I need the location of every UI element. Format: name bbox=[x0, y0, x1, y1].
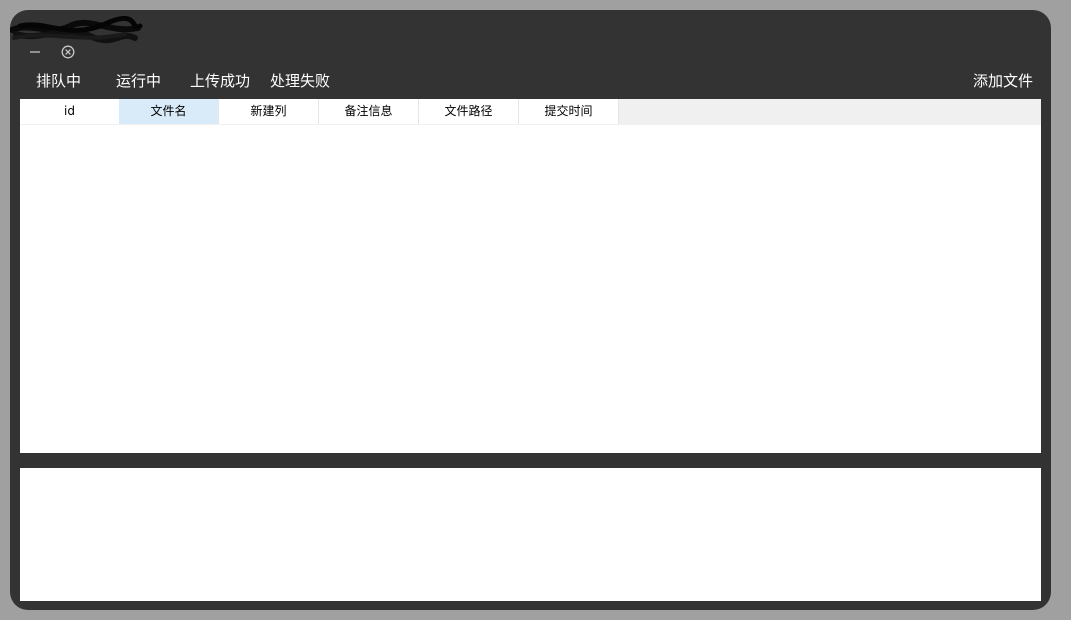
column-header-id[interactable]: id bbox=[20, 99, 119, 124]
app-window: 排队中 运行中 上传成功 处理失败 添加文件 id 文件名 新建列 备注信息 文… bbox=[10, 10, 1051, 610]
minimize-button[interactable] bbox=[26, 43, 44, 61]
add-file-button[interactable]: 添加文件 bbox=[973, 68, 1033, 94]
column-header-filename[interactable]: 文件名 bbox=[119, 99, 219, 124]
table-header: id 文件名 新建列 备注信息 文件路径 提交时间 bbox=[20, 99, 1041, 125]
column-header-file-path[interactable]: 文件路径 bbox=[419, 99, 519, 124]
circle-x-icon bbox=[61, 45, 75, 59]
table-body[interactable] bbox=[20, 125, 1041, 453]
tab-upload-success[interactable]: 上传成功 bbox=[190, 68, 250, 94]
file-table[interactable]: id 文件名 新建列 备注信息 文件路径 提交时间 bbox=[20, 99, 1041, 453]
close-button[interactable] bbox=[59, 43, 77, 61]
status-tabs: 排队中 运行中 上传成功 处理失败 添加文件 bbox=[10, 68, 1051, 94]
window-controls bbox=[26, 43, 77, 61]
tab-processing-failed[interactable]: 处理失败 bbox=[270, 68, 330, 94]
tab-running[interactable]: 运行中 bbox=[116, 68, 161, 94]
column-header-submit-time[interactable]: 提交时间 bbox=[519, 99, 619, 124]
column-header-new-column[interactable]: 新建列 bbox=[219, 99, 319, 124]
details-panel[interactable] bbox=[20, 468, 1041, 601]
redacted-title-scribble bbox=[10, 16, 143, 44]
tab-queued[interactable]: 排队中 bbox=[36, 68, 81, 94]
column-header-remarks[interactable]: 备注信息 bbox=[319, 99, 419, 124]
minimize-icon bbox=[30, 51, 40, 53]
